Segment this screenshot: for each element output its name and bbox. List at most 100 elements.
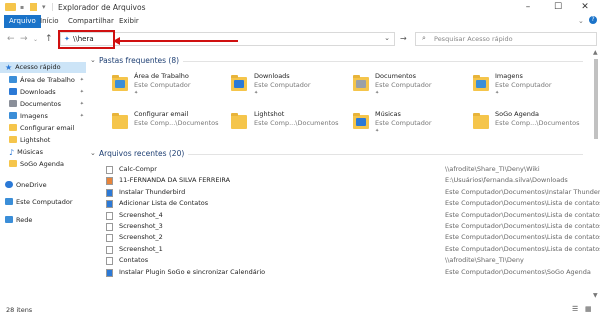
scroll-down-icon[interactable]: ▼ (593, 292, 598, 299)
sidebar-item-label: Músicas (17, 148, 43, 156)
collapse-frequent-icon[interactable]: ⌄ (90, 56, 96, 64)
file-location: Este Computador\Documentos\Instalar Thun… (445, 187, 600, 196)
properties-icon[interactable]: ▪ (20, 4, 24, 13)
file-icon (106, 234, 113, 243)
tile-name: Downloads (254, 72, 290, 80)
documents-folder-icon (353, 75, 369, 91)
tile-name: Lightshot (254, 110, 285, 118)
desktop-folder-icon (112, 75, 128, 91)
file-location: Este Computador\Documentos\Lista de cont… (445, 199, 600, 208)
sidebar-item-pictures[interactable]: Imagens ✦ (9, 111, 86, 122)
computer-icon (5, 198, 13, 205)
tile-name: Configurar email (134, 110, 189, 118)
sidebar-item-label: Este Computador (16, 198, 73, 206)
sidebar-item-documents[interactable]: Documentos ✦ (9, 99, 86, 110)
scroll-up-icon[interactable]: ▲ (593, 49, 598, 56)
recent-files-heading[interactable]: Arquivos recentes (20) (99, 149, 184, 158)
folder-icon (9, 160, 17, 167)
pin-icon: ✦ (79, 77, 84, 83)
up-icon[interactable]: ↑ (45, 34, 53, 44)
details-view-icon[interactable]: ☰ (572, 305, 578, 313)
file-name: Screenshot_4 (119, 210, 163, 219)
tile-location: Este Computador (375, 81, 432, 89)
tile-name: SoGo Agenda (495, 110, 539, 118)
folder-icon (9, 124, 17, 131)
music-folder-icon (353, 113, 369, 129)
tile-location: Este Comp...\Documentos (254, 119, 339, 127)
annotation-arrowhead (113, 37, 120, 45)
sidebar-item-onedrive[interactable]: OneDrive (5, 180, 47, 191)
expand-ribbon-icon[interactable]: ⌄ (578, 17, 584, 25)
file-icon (106, 166, 113, 174)
sidebar-item-sogo-agenda[interactable]: SoGo Agenda (9, 159, 64, 170)
pin-icon: ✦ (79, 89, 84, 95)
file-name: Instalar Thunderbird (119, 187, 186, 196)
sidebar-item-lightshot[interactable]: Lightshot (9, 135, 50, 146)
scroll-thumb[interactable] (594, 59, 598, 139)
folder-icon (9, 136, 17, 143)
navigation-pane: ★ Acesso rápido Área de Trabalho ✦ Downloa… (0, 57, 86, 302)
file-name: Screenshot_2 (119, 233, 163, 242)
tab-exibir[interactable]: Exibir (115, 15, 143, 28)
sidebar-item-label: OneDrive (16, 181, 47, 189)
tile-location: Este Computador (375, 119, 432, 127)
sidebar-item-this-pc[interactable]: Este Computador (5, 197, 73, 208)
file-name: Calc-Compr (119, 165, 157, 173)
tile-location: Este Comp...\Documentos (495, 119, 580, 127)
annotation-arrow (118, 40, 238, 42)
tile-location: Este Computador (134, 81, 191, 89)
search-icon: ⌕ (422, 34, 426, 42)
tab-compartilhar[interactable]: Compartilhar (64, 15, 118, 28)
tile-location: Este Computador (495, 81, 552, 89)
recent-locations-icon[interactable]: ⌄ (33, 36, 38, 43)
sidebar-item-desktop[interactable]: Área de Trabalho ✦ (9, 75, 86, 86)
sidebar-item-music[interactable]: ♪ Músicas (9, 147, 43, 158)
file-icon (106, 200, 113, 209)
customize-toolbar-icon[interactable]: ▾ (42, 3, 46, 12)
collapse-recent-icon[interactable]: ⌄ (90, 149, 96, 157)
pin-icon: ✦ (254, 90, 259, 96)
file-icon (106, 268, 113, 277)
minimize-button[interactable]: – (513, 0, 543, 15)
file-location: Este Computador\Documentos\Lista de cont… (445, 210, 600, 219)
section-divider (183, 61, 583, 62)
window-title: Explorador de Arquivos (58, 3, 146, 12)
back-icon[interactable]: ← (7, 34, 15, 44)
sidebar-item-label: Lightshot (20, 136, 51, 144)
file-name: 11-FERNANDA DA SILVA FERREIRA (119, 176, 231, 185)
close-button[interactable]: ✕ (570, 0, 600, 15)
cloud-icon (5, 181, 13, 188)
section-divider (188, 154, 583, 155)
sidebar-item-label: Área de Trabalho (20, 76, 75, 84)
file-icon (106, 188, 113, 197)
file-location: Este Computador\Documentos\Lista de cont… (445, 233, 600, 242)
sidebar-item-network[interactable]: Rede (5, 215, 32, 226)
sidebar-item-downloads[interactable]: Downloads ✦ (9, 87, 86, 98)
large-icons-view-icon[interactable]: ▦ (585, 305, 592, 313)
file-icon (106, 245, 113, 254)
divider: | (51, 2, 54, 11)
search-placeholder: Pesquisar Acesso rápido (434, 35, 513, 43)
maximize-button[interactable]: ☐ (543, 0, 573, 15)
download-icon (9, 88, 17, 95)
vertical-scrollbar[interactable]: ▲ ▼ (592, 49, 600, 302)
annotation-box (58, 30, 115, 49)
search-field[interactable]: ⌕ Pesquisar Acesso rápido (415, 32, 597, 46)
pin-icon: ✦ (495, 90, 500, 96)
help-icon[interactable]: ? (589, 16, 597, 24)
downloads-folder-icon (231, 75, 247, 91)
forward-icon[interactable]: → (20, 34, 28, 44)
address-dropdown-icon[interactable]: ⌄ (384, 34, 390, 42)
folder-icon (5, 3, 16, 11)
go-icon[interactable]: → (400, 34, 407, 43)
folder-icon (112, 113, 128, 129)
tile-location: Este Computador (254, 81, 311, 89)
sidebar-item-quick-access[interactable]: ★ Acesso rápido (0, 62, 86, 73)
new-folder-icon[interactable] (30, 3, 37, 11)
pictures-icon (9, 112, 17, 119)
music-icon: ♪ (9, 148, 15, 157)
file-name: Screenshot_1 (119, 244, 163, 253)
frequent-folders-heading[interactable]: Pastas frequentes (8) (99, 56, 179, 65)
tab-inicio[interactable]: Início (36, 15, 63, 28)
sidebar-item-configurar-email[interactable]: Configurar email (9, 123, 74, 134)
